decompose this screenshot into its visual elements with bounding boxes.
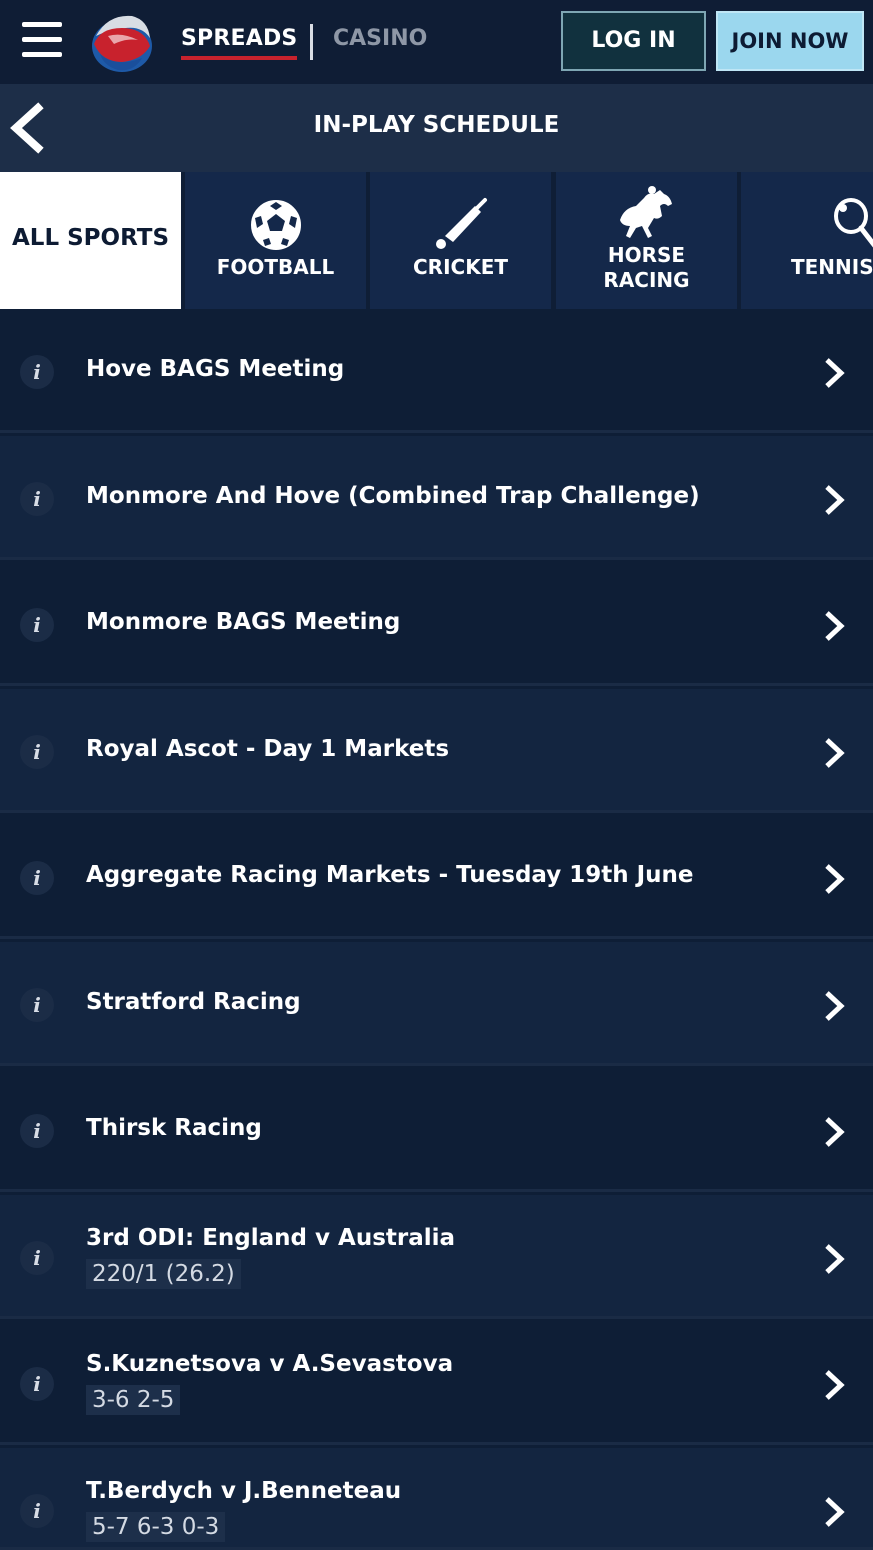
chevron-right-icon xyxy=(825,991,845,1021)
chevron-right-icon xyxy=(825,611,845,641)
event-title: Royal Ascot - Day 1 Markets xyxy=(86,736,450,762)
login-button[interactable]: LOG IN xyxy=(561,11,706,71)
football-icon xyxy=(250,200,301,250)
list-item[interactable]: i Monmore BAGS Meeting xyxy=(0,562,873,686)
info-icon[interactable]: i xyxy=(20,861,54,895)
info-icon[interactable]: i xyxy=(20,1494,54,1528)
tab-cricket[interactable]: CRICKET xyxy=(370,172,551,309)
tab-label: CRICKET xyxy=(413,255,508,279)
list-item[interactable]: i S.Kuznetsova v A.Sevastova 3-6 2-5 xyxy=(0,1321,873,1445)
event-score: 5-7 6-3 0-3 xyxy=(86,1512,226,1542)
list-item[interactable]: i Royal Ascot - Day 1 Markets xyxy=(0,689,873,813)
info-icon[interactable]: i xyxy=(20,355,54,389)
event-title: 3rd ODI: England v Australia xyxy=(86,1225,456,1251)
chevron-right-icon xyxy=(825,1244,845,1274)
chevron-right-icon xyxy=(825,1370,845,1400)
horse-racing-icon xyxy=(619,186,672,238)
tab-tennis[interactable]: TENNIS xyxy=(741,172,873,309)
tab-all-sports[interactable]: ALL SPORTS xyxy=(0,172,181,309)
chevron-right-icon xyxy=(825,1117,845,1147)
chevron-right-icon xyxy=(825,738,845,768)
event-title: Thirsk Racing xyxy=(86,1115,262,1141)
event-title: Monmore And Hove (Combined Trap Challeng… xyxy=(86,483,700,509)
event-title: Stratford Racing xyxy=(86,989,301,1015)
cricket-bat-icon xyxy=(435,198,487,249)
event-title: S.Kuznetsova v A.Sevastova xyxy=(86,1351,454,1377)
tab-label: TENNIS xyxy=(791,255,873,279)
tennis-racket-icon xyxy=(834,198,873,248)
menu-icon[interactable] xyxy=(22,22,62,62)
top-bar: SPREADS CASINO LOG IN JOIN NOW xyxy=(0,0,873,84)
tab-label-line2: RACING xyxy=(603,268,690,292)
page-title: IN-PLAY SCHEDULE xyxy=(313,112,560,138)
list-item[interactable]: i Hove BAGS Meeting xyxy=(0,309,873,433)
event-title: Monmore BAGS Meeting xyxy=(86,609,401,635)
chevron-right-icon xyxy=(825,485,845,515)
event-title: Hove BAGS Meeting xyxy=(86,356,345,382)
nav-casino[interactable]: CASINO xyxy=(333,26,427,51)
list-item[interactable]: i T.Berdych v J.Benneteau 5-7 6-3 0-3 xyxy=(0,1448,873,1550)
chevron-right-icon xyxy=(825,864,845,894)
tab-horse-racing[interactable]: HORSE RACING xyxy=(556,172,737,309)
brand-logo[interactable] xyxy=(86,6,158,76)
tab-label-line1: HORSE xyxy=(607,243,686,267)
sports-tab-bar: ALL SPORTS FOOTBALL CRICKET HORSE RACING xyxy=(0,172,873,309)
list-item[interactable]: i Monmore And Hove (Combined Trap Challe… xyxy=(0,436,873,560)
info-icon[interactable]: i xyxy=(20,1114,54,1148)
info-icon[interactable]: i xyxy=(20,988,54,1022)
tab-football[interactable]: FOOTBALL xyxy=(185,172,366,309)
info-icon[interactable]: i xyxy=(20,1241,54,1275)
join-now-button[interactable]: JOIN NOW xyxy=(716,11,864,71)
back-chevron-icon[interactable] xyxy=(6,102,50,154)
subheader: IN-PLAY SCHEDULE xyxy=(0,84,873,172)
event-score: 3-6 2-5 xyxy=(86,1385,181,1415)
info-icon[interactable]: i xyxy=(20,608,54,642)
info-icon[interactable]: i xyxy=(20,1367,54,1401)
event-title: Aggregate Racing Markets - Tuesday 19th … xyxy=(86,862,694,888)
list-item[interactable]: i Thirsk Racing xyxy=(0,1068,873,1192)
chevron-right-icon xyxy=(825,358,845,388)
event-score: 220/1 (26.2) xyxy=(86,1259,241,1289)
tab-label: FOOTBALL xyxy=(216,255,335,279)
info-icon[interactable]: i xyxy=(20,482,54,516)
chevron-right-icon xyxy=(825,1497,845,1527)
tab-label: ALL SPORTS xyxy=(11,225,170,251)
event-title: T.Berdych v J.Benneteau xyxy=(86,1478,402,1504)
list-item[interactable]: i Aggregate Racing Markets - Tuesday 19t… xyxy=(0,815,873,939)
nav-spreads[interactable]: SPREADS xyxy=(181,26,298,60)
nav-divider xyxy=(310,24,313,60)
list-item[interactable]: i Stratford Racing xyxy=(0,942,873,1066)
list-item[interactable]: i 3rd ODI: England v Australia 220/1 (26… xyxy=(0,1195,873,1319)
info-icon[interactable]: i xyxy=(20,735,54,769)
